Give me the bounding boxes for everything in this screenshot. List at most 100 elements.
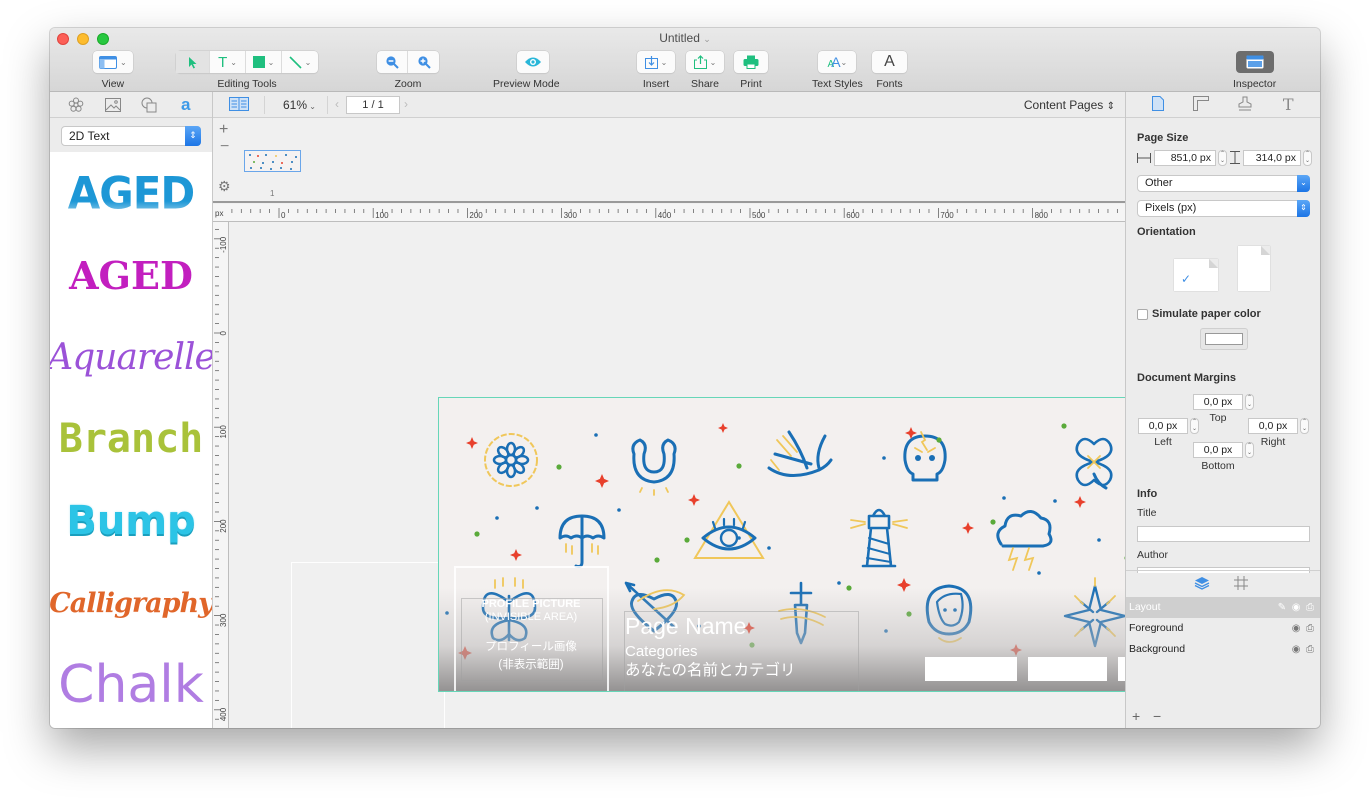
editing-tools-group: T ⌄ ⌄ ⌄ Editing Tools	[176, 51, 318, 90]
print-icon[interactable]: ⎙	[1306, 602, 1314, 613]
text-styles-button[interactable]: AA ⌄	[818, 51, 856, 73]
left-label: Left	[1154, 436, 1172, 448]
button-placeholder-2[interactable]	[1028, 657, 1107, 681]
button-placeholder-1[interactable]	[925, 657, 1017, 681]
margin-bottom-field[interactable]: 0,0 px	[1193, 442, 1243, 458]
margin-left-field[interactable]: 0,0 px	[1138, 418, 1188, 434]
add-page-button[interactable]: +	[219, 121, 228, 139]
margin-right-field[interactable]: 0,0 px	[1248, 418, 1298, 434]
share-group: ⌄ Share	[686, 51, 724, 90]
select-tool-button[interactable]	[176, 51, 210, 73]
layer-row-layout[interactable]: Layout ✎ ◉ ⎙	[1126, 597, 1320, 618]
tab-image-library[interactable]	[103, 96, 123, 114]
print-icon[interactable]: ⎙	[1306, 623, 1314, 634]
eye-icon[interactable]: ◉	[1292, 644, 1301, 655]
tab-shapes[interactable]	[139, 96, 159, 114]
chevron-down-icon: ⌄	[230, 57, 237, 67]
tab-style[interactable]	[1235, 96, 1255, 114]
select-stepper-icon: ⇕	[185, 126, 201, 146]
page-width-field[interactable]: 851,0 px	[1154, 150, 1216, 166]
clover-icon	[1075, 437, 1113, 490]
preview-mode-button[interactable]	[517, 51, 549, 73]
zoom-out-button[interactable]	[377, 51, 408, 73]
insert-button[interactable]: ⌄	[637, 51, 675, 73]
units-select[interactable]: Pixels (px) ⇕	[1137, 200, 1310, 217]
shapes-icon	[141, 97, 157, 112]
margin-right-stepper[interactable]: ⌃ ⌄	[1300, 418, 1309, 434]
title-field[interactable]	[1137, 526, 1310, 542]
previous-page-button[interactable]: ‹	[335, 97, 339, 111]
style-item-branch[interactable]: Branch	[50, 398, 212, 480]
flower-icon	[68, 97, 84, 112]
inspector-button[interactable]	[1235, 51, 1274, 73]
window-title[interactable]: Untitled ⌄	[50, 31, 1320, 45]
page-height-field[interactable]: 314,0 px	[1243, 150, 1301, 166]
eye-icon[interactable]: ◉	[1292, 623, 1301, 634]
eye-icon[interactable]: ◉	[1292, 602, 1301, 613]
eye-icon	[525, 57, 542, 67]
text-styles-icon: AA	[827, 54, 841, 70]
tab-text-library[interactable]: a	[176, 95, 196, 114]
shape-tool-button[interactable]: ⌄	[246, 51, 282, 73]
add-layer-button[interactable]: +	[1132, 708, 1140, 724]
dot	[1061, 423, 1067, 429]
remove-page-button[interactable]: −	[220, 138, 229, 156]
style-item-chalk[interactable]: Chalk	[50, 644, 212, 726]
flower-icon	[484, 433, 538, 487]
view-button[interactable]: ⌄	[93, 51, 133, 73]
margin-top-field[interactable]: 0,0 px	[1193, 394, 1243, 410]
fonts-button[interactable]: A	[872, 51, 907, 73]
print-button[interactable]	[734, 51, 768, 73]
document-page[interactable]: PROFILE PICTURE (INVISIBLE AREA) プロフィール画…	[438, 397, 1240, 692]
orientation-landscape[interactable]: ✓	[1174, 259, 1218, 291]
tab-text[interactable]: T	[1278, 95, 1298, 114]
page-name-text[interactable]: Page Name	[625, 613, 746, 640]
content-pages-dropdown[interactable]: Content Pages ⇕	[1024, 98, 1115, 112]
zoom-level-dropdown[interactable]: 61% ⌄	[283, 98, 316, 112]
gear-icon[interactable]: ⚙	[218, 178, 231, 195]
share-icon	[693, 55, 707, 69]
orientation-heading: Orientation	[1137, 226, 1196, 238]
layer-row-background[interactable]: Background ◉ ⎙	[1126, 639, 1320, 660]
print-icon[interactable]: ⎙	[1306, 644, 1314, 655]
page-size-heading: Page Size	[1137, 132, 1189, 144]
horseshoe-icon	[631, 438, 677, 496]
page-height-stepper[interactable]: ⌃ ⌄	[1303, 150, 1312, 166]
page-number-field[interactable]: 1 / 1	[346, 96, 400, 114]
page-width-stepper[interactable]: ⌃ ⌄	[1218, 150, 1227, 166]
category-select[interactable]: 2D Text ⇕	[61, 126, 201, 146]
tab-ruler[interactable]	[1191, 95, 1211, 114]
margin-bottom-stepper[interactable]: ⌃ ⌄	[1245, 442, 1254, 458]
pencil-icon[interactable]: ✎	[1278, 602, 1286, 613]
storm-cloud-icon	[996, 510, 1053, 571]
zoom-in-button[interactable]	[408, 51, 439, 73]
line-tool-button[interactable]: ⌄	[282, 51, 318, 73]
tab-shapes-library[interactable]	[66, 96, 86, 114]
page-thumbnail[interactable]	[244, 150, 301, 172]
vertical-ruler[interactable]: -100 0 100 200 300 400	[213, 222, 229, 728]
simulate-paper-checkbox[interactable]	[1137, 309, 1148, 320]
categories-text[interactable]: Categories あなたの名前とカテゴリ	[625, 642, 796, 680]
paper-preset-select[interactable]: Other ⌄	[1137, 175, 1310, 192]
share-button[interactable]: ⌄	[686, 51, 724, 73]
style-item-aquarelle[interactable]: Aquarelle	[50, 316, 212, 398]
layers-icon	[1194, 577, 1210, 590]
orientation-portrait[interactable]	[1238, 246, 1270, 291]
paper-color-well[interactable]	[1200, 328, 1248, 350]
style-item-aged-blue[interactable]: AGED	[50, 152, 212, 234]
margin-left-stepper[interactable]: ⌃ ⌄	[1190, 418, 1199, 434]
text-tool-button[interactable]: T ⌄	[210, 51, 246, 73]
grid-tab[interactable]	[1234, 576, 1248, 593]
layer-row-foreground[interactable]: Foreground ◉ ⎙	[1126, 618, 1320, 639]
margin-top-stepper[interactable]: ⌃ ⌄	[1245, 394, 1254, 410]
tab-document[interactable]	[1148, 95, 1168, 114]
remove-layer-button[interactable]: −	[1153, 708, 1161, 724]
page-view-icon[interactable]	[229, 97, 249, 111]
horizontal-ruler[interactable]: px 0 100 200 300 400 500 600 700 800	[213, 204, 1125, 222]
style-item-calligraphy[interactable]: Calligraphy	[50, 562, 212, 644]
style-item-bump[interactable]: Bump	[50, 480, 212, 562]
layers-panel: Layout ✎ ◉ ⎙ Foreground ◉ ⎙ Background ◉ ⎙ …	[1126, 570, 1320, 728]
style-item-aged-magenta[interactable]: AGED	[50, 234, 212, 316]
layers-tab[interactable]	[1194, 576, 1210, 593]
next-page-button[interactable]: ›	[404, 97, 408, 111]
